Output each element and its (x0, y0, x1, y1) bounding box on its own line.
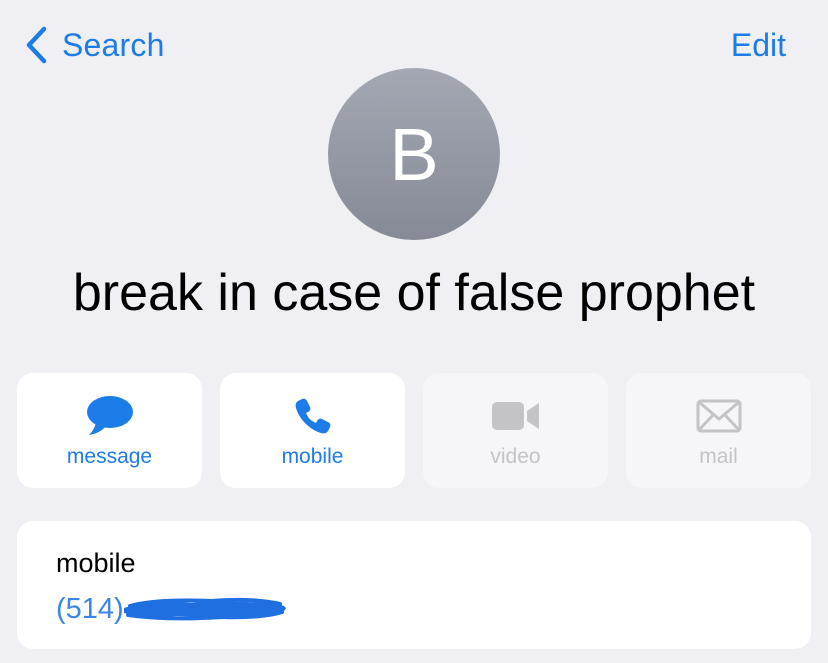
message-action-label: message (66, 445, 153, 468)
contact-name: break in case of false prophet (72, 264, 756, 322)
message-action-button[interactable]: message (17, 373, 202, 488)
mail-action-label: mail (699, 445, 738, 468)
edit-button[interactable]: Edit (731, 24, 786, 66)
back-button-label: Search (62, 26, 165, 63)
phone-icon (220, 393, 405, 439)
phone-number-prefix: (514) (56, 593, 124, 625)
envelope-icon (626, 393, 811, 439)
phone-number-link[interactable]: (514) (56, 591, 292, 627)
redaction-scribble (123, 598, 286, 621)
video-action-button[interactable]: video (423, 373, 608, 488)
chevron-left-icon (24, 26, 48, 64)
avatar-initial: B (389, 113, 439, 196)
phone-number-card: mobile (514) (17, 521, 811, 649)
message-bubble-icon (17, 393, 202, 439)
back-button[interactable]: Search (24, 24, 165, 66)
mobile-action-button[interactable]: mobile (220, 373, 405, 488)
contact-detail-screen: Search Edit B break in case of false pro… (0, 0, 828, 663)
video-camera-icon (423, 393, 608, 439)
mobile-action-label: mobile (281, 445, 344, 468)
mail-action-button[interactable]: mail (626, 373, 811, 488)
video-action-label: video (490, 445, 541, 468)
quick-actions: message mobile video mail (17, 373, 811, 488)
phone-number-label: mobile (56, 548, 136, 578)
avatar: B (328, 68, 500, 240)
